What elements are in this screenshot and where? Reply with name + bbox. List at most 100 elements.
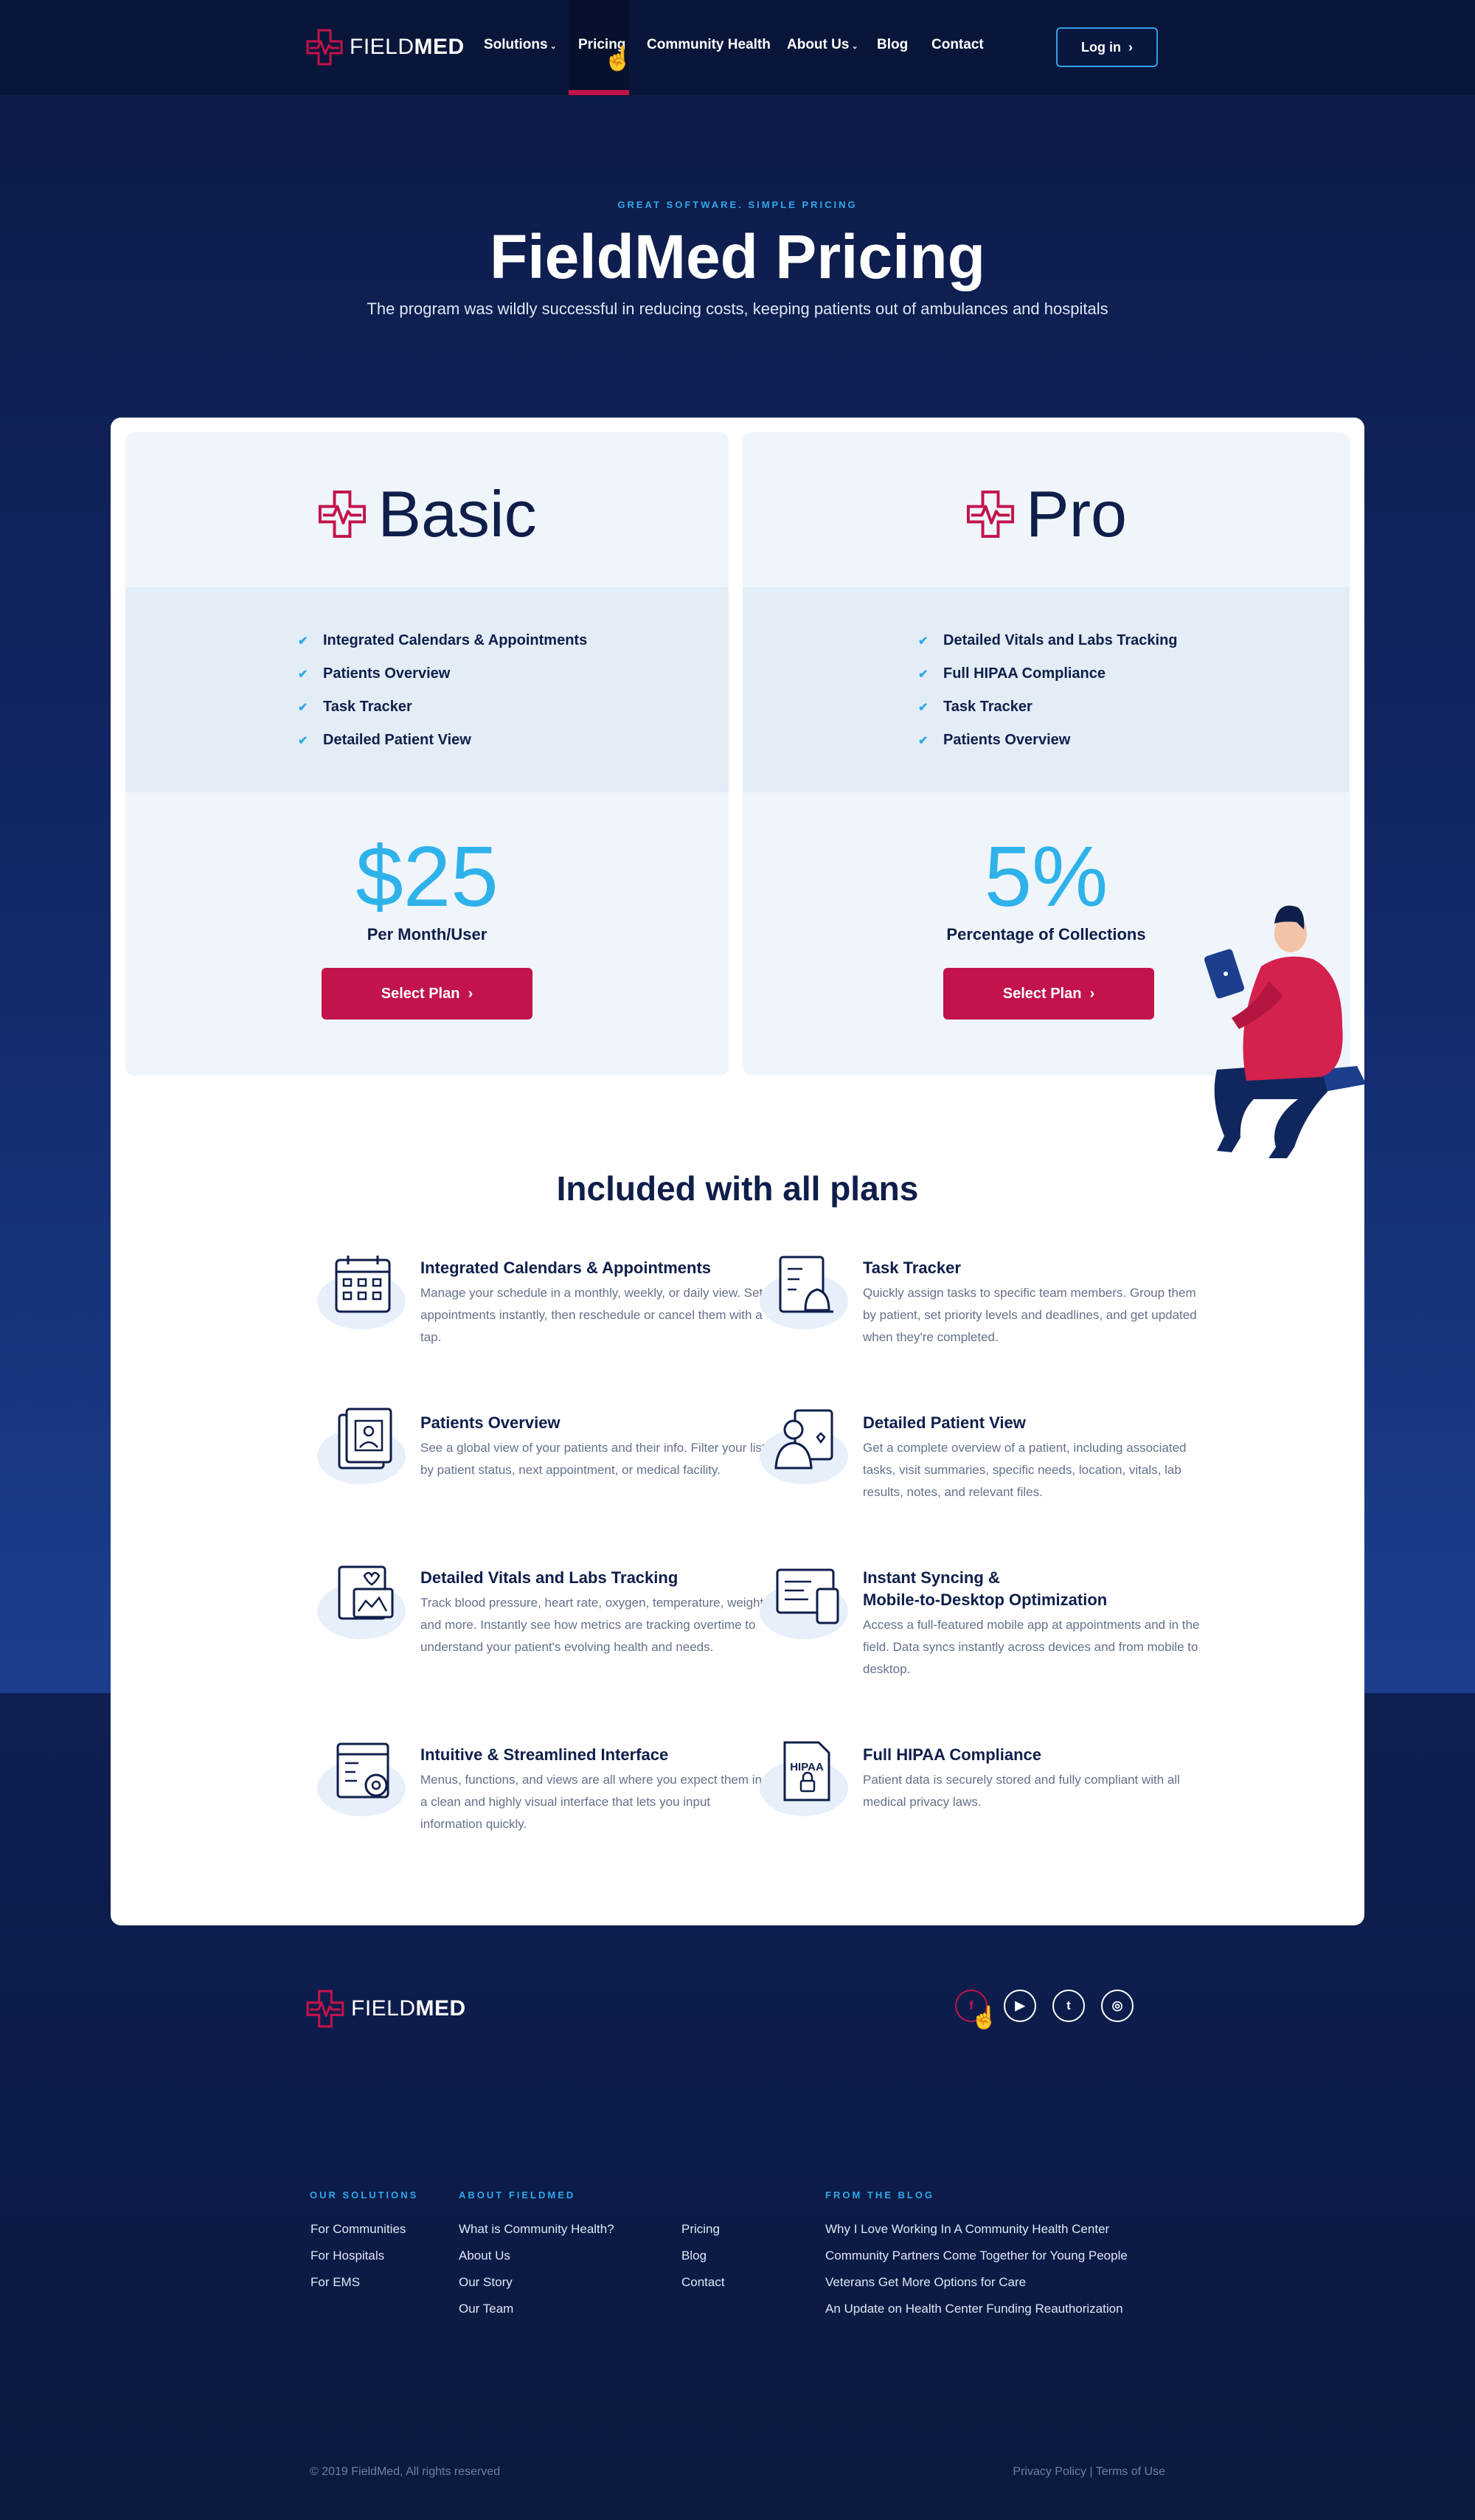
chevron-right-icon: ›	[468, 985, 473, 1002]
youtube-icon[interactable]: ▶	[1004, 1990, 1036, 2022]
footer-link[interactable]: An Update on Health Center Funding Reaut…	[825, 2302, 1128, 2328]
check-icon: ✔	[918, 634, 929, 648]
footer-link[interactable]: For Communities	[310, 2222, 406, 2249]
feature-title: Instant Syncing & Mobile-to-Desktop Optim…	[863, 1568, 1108, 1609]
footer-link[interactable]: For EMS	[310, 2275, 406, 2302]
calendar-icon	[317, 1256, 406, 1329]
feature-description: Patient data is securely stored and full…	[863, 1773, 1180, 1809]
feature-task-tracker: Task Tracker Quickly assign tasks to spe…	[760, 1256, 1210, 1349]
footer-logo[interactable]: FIELDMED	[305, 1989, 466, 2029]
feature-description: Get a complete overview of a patient, in…	[863, 1441, 1187, 1499]
footer-link[interactable]: Pricing	[681, 2222, 725, 2249]
plan-feature-item: ✔ Detailed Patient View	[298, 732, 471, 748]
feature-title: Patients Overview	[420, 1413, 560, 1432]
feature-description: Track blood pressure, heart rate, oxygen…	[420, 1596, 767, 1654]
footer-about-links-secondary: Pricing Blog Contact	[681, 2222, 725, 2302]
chevron-right-icon: ›	[1089, 985, 1095, 1002]
terms-of-use-link[interactable]: Terms of Use	[1096, 2465, 1165, 2478]
feature-detailed-patient-view: Detailed Patient View Get a complete ove…	[760, 1409, 1210, 1503]
plan-name: Pro	[743, 477, 1350, 552]
feature-patients-overview: Patients Overview See a global view of y…	[317, 1408, 767, 1484]
page-title: FieldMed Pricing	[489, 222, 986, 291]
check-icon: ✔	[918, 734, 929, 747]
feature-description: Access a full-featured mobile app at app…	[863, 1618, 1200, 1676]
included-section-title: Included with all plans	[556, 1169, 919, 1208]
feature-description: Quickly assign tasks to specific team me…	[863, 1286, 1197, 1344]
chevron-down-icon: ⌄	[549, 42, 557, 51]
check-icon: ✔	[918, 668, 929, 681]
feature-description: Menus, functions, and views are all wher…	[420, 1773, 763, 1831]
footer-link[interactable]: About Us	[459, 2249, 614, 2275]
person-with-tablet-illustration	[1204, 905, 1364, 1158]
plan-header: Basic	[125, 432, 729, 587]
plan-header: Pro	[743, 432, 1350, 587]
logo-wordmark: FIELDMED	[351, 1996, 466, 2021]
nav-active-indicator	[569, 90, 629, 95]
header-logo[interactable]: FIELDMED	[305, 28, 465, 66]
select-plan-pro-button[interactable]: Select Plan ›	[943, 968, 1154, 1020]
feature-description: See a global view of your patients and t…	[420, 1441, 766, 1477]
footer-link[interactable]: Veterans Get More Options for Care	[825, 2275, 1128, 2302]
plan-feature-item: ✔ Patients Overview	[918, 732, 1071, 748]
feature-intuitive-interface: Intuitive & Streamlined Interface Menus,…	[317, 1742, 767, 1835]
footer-heading-about: ABOUT FIELDMED	[459, 2190, 576, 2201]
footer-blog-links: Why I Love Working In A Community Health…	[825, 2222, 1128, 2328]
copyright-text: © 2019 FieldMed, All rights reserved	[310, 2465, 501, 2478]
check-icon: ✔	[298, 701, 308, 714]
nav-community-health[interactable]: Community Health	[647, 37, 771, 53]
feature-title: Intuitive & Streamlined Interface	[420, 1745, 669, 1764]
plan-feature-item: ✔ Patients Overview	[298, 665, 451, 682]
task-bell-icon	[760, 1256, 848, 1329]
footer-link[interactable]: Our Story	[459, 2275, 614, 2302]
footer-heading-solutions: OUR SOLUTIONS	[310, 2190, 419, 2201]
twitter-icon[interactable]: t	[1052, 1990, 1085, 2022]
footer-link[interactable]: For Hospitals	[310, 2249, 406, 2275]
plan-price-label: Per Month/User	[367, 925, 487, 944]
plan-features: ✔ Detailed Vitals and Labs Tracking ✔ Full…	[743, 587, 1350, 792]
hand-pointer-cursor-icon: ☝	[971, 2006, 999, 2030]
check-icon: ✔	[298, 634, 308, 648]
hipaa-lock-icon: HIPAA	[760, 1741, 848, 1816]
login-button[interactable]: Log in ›	[1056, 27, 1158, 67]
patient-files-icon	[317, 1408, 406, 1484]
medical-cross-logo-icon	[306, 29, 343, 66]
feature-hipaa-compliance: HIPAA Full HIPAA Compliance Patient data…	[760, 1741, 1210, 1816]
footer-link[interactable]: Blog	[681, 2249, 725, 2275]
nav-blog[interactable]: Blog	[877, 37, 908, 53]
legal-links: Privacy Policy | Terms of Use	[1013, 2465, 1165, 2478]
check-icon: ✔	[298, 668, 308, 681]
nav-about-us[interactable]: About Us ⌄	[787, 37, 858, 53]
nav-solutions[interactable]: Solutions ⌄	[484, 37, 557, 53]
plan-feature-item: ✔ Task Tracker	[298, 699, 412, 715]
check-icon: ✔	[918, 701, 929, 714]
footer-solutions-links: For Communities For Hospitals For EMS	[310, 2222, 406, 2302]
plan-name: Basic	[125, 477, 729, 552]
feature-title: Detailed Patient View	[863, 1413, 1026, 1432]
check-icon: ✔	[298, 734, 308, 747]
medical-cross-icon	[966, 490, 1015, 539]
plan-feature-item: ✔ Detailed Vitals and Labs Tracking	[918, 632, 1178, 648]
chevron-right-icon: ›	[1128, 39, 1133, 55]
plan-price: $25	[355, 828, 499, 924]
hand-pointer-cursor-icon: ☝	[603, 45, 633, 72]
feature-description: Manage your schedule in a monthly, weekl…	[420, 1286, 763, 1344]
feature-instant-syncing: Instant Syncing & Mobile-to-Desktop Optim…	[760, 1567, 1210, 1680]
footer-link[interactable]: Contact	[681, 2275, 725, 2302]
footer-link[interactable]: Our Team	[459, 2302, 614, 2328]
nav-contact[interactable]: Contact	[931, 37, 984, 53]
vitals-chart-icon	[317, 1565, 406, 1639]
logo-wordmark: FIELDMED	[350, 35, 465, 59]
privacy-policy-link[interactable]: Privacy Policy	[1013, 2465, 1086, 2478]
medical-cross-logo-icon	[306, 1990, 344, 2028]
footer-link[interactable]: Why I Love Working In A Community Health…	[825, 2222, 1128, 2249]
doctor-file-icon	[760, 1409, 848, 1484]
plan-feature-item: ✔ Full HIPAA Compliance	[918, 665, 1106, 682]
hero-subtitle: The program was wildly successful in red…	[367, 300, 1108, 318]
feature-title: Integrated Calendars & Appointments	[420, 1259, 712, 1277]
footer-link[interactable]: What is Community Health?	[459, 2222, 614, 2249]
footer-link[interactable]: Community Partners Come Together for You…	[825, 2249, 1128, 2275]
instagram-icon[interactable]: ◎	[1101, 1990, 1134, 2022]
chevron-down-icon: ⌄	[851, 42, 858, 51]
select-plan-basic-button[interactable]: Select Plan ›	[322, 968, 532, 1020]
devices-sync-icon	[760, 1568, 848, 1639]
